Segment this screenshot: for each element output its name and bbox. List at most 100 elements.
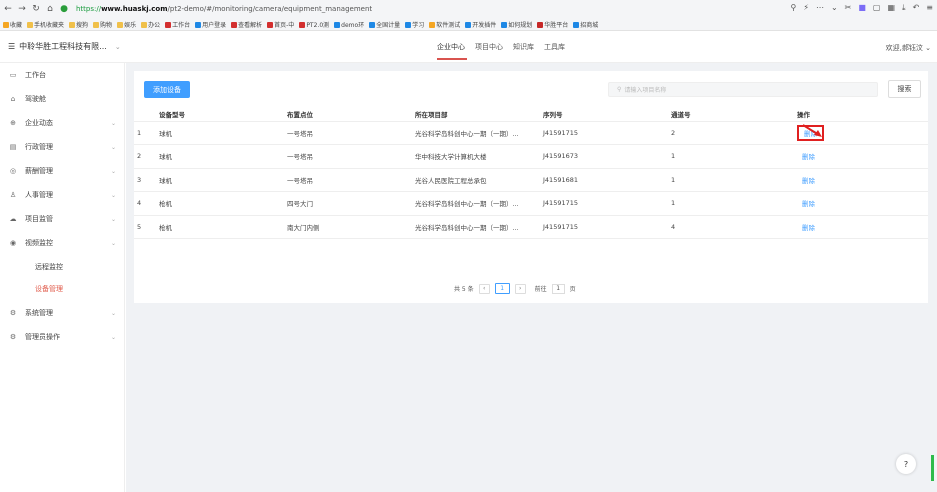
sidebar-item[interactable]: ▭ 工作台 bbox=[0, 68, 125, 82]
tab-knowledge[interactable]: 知识库 bbox=[513, 42, 534, 52]
chevron-down-icon[interactable]: ⌄ bbox=[831, 3, 838, 13]
next-page-button[interactable]: › bbox=[514, 283, 526, 294]
sidebar-item[interactable]: ▤ 行政管理 ⌄ bbox=[0, 140, 125, 154]
sidebar-item[interactable]: ◉ 视频监控 ⌄ bbox=[0, 236, 125, 250]
sidebar-subitem[interactable]: 设备管理 bbox=[0, 282, 125, 296]
bookmark-item[interactable]: 收藏 bbox=[3, 20, 22, 29]
address-bar[interactable]: https://www.huaskj.com/pt2-demo/#/monito… bbox=[76, 2, 372, 16]
bookmark-item[interactable]: 如何规划 bbox=[501, 20, 532, 29]
delete-button[interactable]: 删除 bbox=[797, 174, 820, 186]
delete-button[interactable]: 删除 bbox=[797, 197, 820, 209]
forward-icon[interactable]: → bbox=[16, 3, 28, 15]
menu-icon[interactable]: ≡ bbox=[926, 3, 933, 13]
prev-page-button[interactable]: ‹ bbox=[478, 283, 490, 294]
table-cell: 南大门内侧 bbox=[284, 215, 412, 239]
sidebar-item[interactable]: ⌂ 驾驶舱 bbox=[0, 92, 125, 106]
add-device-button[interactable]: 添加设备 bbox=[144, 81, 190, 98]
home-icon[interactable]: ⌂ bbox=[44, 3, 56, 15]
bookmark-label: 购物 bbox=[100, 21, 113, 29]
bookmark-item[interactable]: 全国计量 bbox=[369, 20, 400, 29]
download-icon[interactable]: ⤓ bbox=[902, 3, 906, 13]
scrollbar-indicator[interactable] bbox=[931, 455, 934, 481]
bookmark-item[interactable]: 工作台 bbox=[165, 20, 190, 29]
sidebar-item-label: 驾驶舱 bbox=[25, 95, 46, 103]
bookmark-item[interactable]: PT2.0测 bbox=[299, 20, 329, 29]
bookmark-item[interactable]: 查看解析 bbox=[231, 20, 262, 29]
action-cell: 删除 bbox=[794, 191, 928, 216]
user-icon: ♙ bbox=[9, 191, 17, 199]
url-scheme: https:// bbox=[76, 5, 102, 13]
sidebar-subitem[interactable]: 远程监控 bbox=[0, 260, 125, 274]
bookmark-item[interactable]: 用户登录 bbox=[195, 20, 226, 29]
tab-tools[interactable]: 工具库 bbox=[544, 42, 565, 52]
sidebar-item[interactable]: ♙ 人事管理 ⌄ bbox=[0, 188, 125, 202]
hamburger-icon[interactable]: ☰ bbox=[8, 42, 15, 51]
sidebar-item[interactable]: ⚙ 管理员操作 ⌄ bbox=[0, 330, 125, 344]
extension-icon[interactable]: ■ bbox=[858, 3, 866, 13]
reload-icon[interactable]: ↻ bbox=[30, 3, 42, 15]
lock-icon: ● bbox=[60, 4, 68, 14]
bookmark-icon bbox=[27, 22, 34, 28]
bookmark-label: 搜狗 bbox=[76, 21, 89, 29]
search-button[interactable]: 搜索 bbox=[888, 80, 921, 98]
col-model: 设备型号 bbox=[156, 108, 284, 122]
bookmark-item[interactable]: 搜狗 bbox=[69, 20, 88, 29]
delete-button[interactable]: 删除 bbox=[797, 221, 820, 233]
bookmark-item[interactable]: 购物 bbox=[93, 20, 112, 29]
bookmark-icon bbox=[195, 22, 202, 28]
col-action: 操作 bbox=[794, 108, 928, 122]
more-icon[interactable]: ⋯ bbox=[816, 3, 824, 13]
goto-page-input[interactable]: 1 bbox=[551, 283, 565, 294]
bookmark-icon bbox=[369, 22, 376, 28]
table-row: 2 球机 一号塔吊 华中科技大学计算机大楼 J41591673 1 删除 bbox=[134, 144, 928, 169]
search-input[interactable]: ⚲ 请输入项目名称 bbox=[608, 82, 878, 97]
sidebar-item-label: 人事管理 bbox=[25, 191, 53, 199]
user-menu[interactable]: 欢迎,郝钰汶 ⌄ bbox=[886, 43, 931, 53]
window-icon[interactable]: ▢ bbox=[873, 3, 881, 13]
sidebar-item-label: 视频监控 bbox=[25, 239, 53, 247]
main-content: 添加设备 ⚲ 请输入项目名称 搜索 设备型号 布置点位 所在项目部 序列号 通道… bbox=[126, 63, 937, 492]
sidebar-item[interactable]: ⊕ 企业动态 ⌄ bbox=[0, 116, 125, 130]
table-cell: 1 bbox=[134, 121, 156, 145]
grid-icon[interactable]: ▦ bbox=[887, 3, 895, 13]
sidebar-item[interactable]: ◎ 薪酬管理 ⌄ bbox=[0, 164, 125, 178]
table-cell: 四号大门 bbox=[284, 191, 412, 216]
gear-icon: ⚙ bbox=[9, 333, 17, 341]
undo-icon[interactable]: ↶ bbox=[913, 3, 920, 13]
bookmark-label: 华胜平台 bbox=[544, 21, 569, 29]
bookmark-item[interactable]: 首页-中 bbox=[267, 20, 294, 29]
col-project: 所在项目部 bbox=[412, 108, 540, 122]
sidebar-item-label: 系统管理 bbox=[25, 309, 53, 317]
table-cell: 1 bbox=[668, 191, 794, 216]
lightning-icon[interactable]: ⚡ bbox=[803, 3, 809, 13]
sidebar-item[interactable]: ☁ 项目监管 ⌄ bbox=[0, 212, 125, 226]
page-unit: 页 bbox=[569, 286, 576, 293]
tab-project[interactable]: 项目中心 bbox=[475, 42, 503, 52]
bookmark-label: 全国计量 bbox=[376, 21, 401, 29]
bookmark-item[interactable]: 软件测试 bbox=[429, 20, 460, 29]
chevron-down-icon: ⌄ bbox=[110, 119, 116, 127]
annotation-arrow bbox=[802, 124, 822, 137]
bookmark-item[interactable]: 华胜平台 bbox=[537, 20, 568, 29]
table-cell: 2 bbox=[134, 144, 156, 169]
search-icon[interactable]: ⚲ bbox=[790, 3, 796, 13]
table-cell: 一号塔吊 bbox=[284, 121, 412, 145]
tab-enterprise[interactable]: 企业中心 bbox=[437, 42, 465, 52]
bookmark-item[interactable]: 学习 bbox=[405, 20, 424, 29]
sidebar-item[interactable]: ⚙ 系统管理 ⌄ bbox=[0, 306, 125, 320]
bookmark-item[interactable]: 开发插件 bbox=[465, 20, 496, 29]
help-button[interactable]: ? bbox=[896, 454, 916, 474]
table-cell: 球机 bbox=[156, 144, 284, 169]
sidebar-item-label: 工作台 bbox=[25, 71, 46, 79]
bookmark-item[interactable]: 招商城 bbox=[573, 20, 598, 29]
company-switcher[interactable]: ☰ 中聆华胜工程科技有限... ⌄ bbox=[8, 41, 121, 52]
page-number-current[interactable]: 1 bbox=[494, 283, 510, 294]
bookmark-item[interactable]: demo环 bbox=[334, 20, 364, 29]
chevron-down-icon: ⌄ bbox=[110, 167, 116, 175]
bookmark-item[interactable]: 手机收藏夹 bbox=[27, 20, 64, 29]
back-icon[interactable]: ← bbox=[2, 3, 14, 15]
delete-button[interactable]: 删除 bbox=[797, 150, 820, 162]
scissors-icon[interactable]: ✂ bbox=[845, 3, 852, 13]
bookmark-item[interactable]: 办公 bbox=[141, 20, 160, 29]
bookmark-item[interactable]: 娱乐 bbox=[117, 20, 136, 29]
